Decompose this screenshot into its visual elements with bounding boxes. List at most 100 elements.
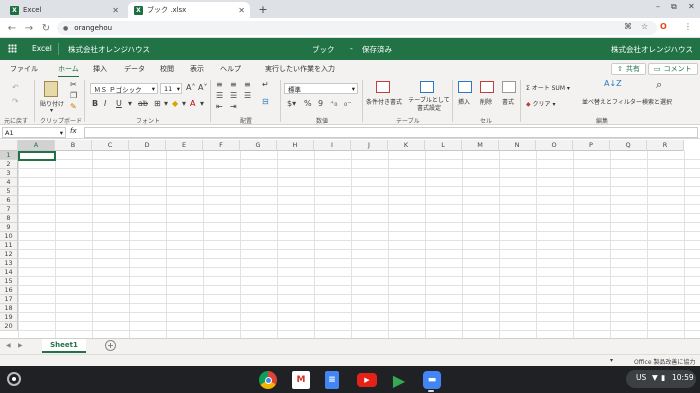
underline-dropdown-icon[interactable]: ▾ (128, 99, 132, 108)
underline-icon[interactable]: U (116, 99, 122, 108)
conditional-formatting-icon[interactable] (376, 81, 390, 93)
add-sheet-button[interactable]: + (105, 340, 116, 351)
currency-icon[interactable]: $▾ (287, 99, 296, 108)
column-header-o[interactable]: O (536, 140, 573, 151)
row-header-3[interactable]: 3 (0, 169, 18, 178)
reload-icon[interactable]: ↻ (38, 20, 54, 36)
row-header-7[interactable]: 7 (0, 205, 18, 214)
row-header-13[interactable]: 13 (0, 259, 18, 268)
column-header-g[interactable]: G (240, 140, 277, 151)
new-tab-button[interactable]: + (256, 2, 270, 16)
italic-icon[interactable]: I (104, 99, 106, 108)
align-top-icon[interactable]: ≡ (216, 80, 223, 89)
format-painter-icon[interactable]: ✎ (70, 102, 77, 111)
scroll-left-icon[interactable]: ◀ (6, 342, 11, 349)
insert-function-icon[interactable]: fx (70, 127, 77, 135)
redo-icon[interactable]: ↷ (12, 97, 19, 106)
comment-button[interactable]: ▭ コメント (648, 63, 698, 75)
column-header-p[interactable]: P (573, 140, 610, 151)
tab-home[interactable]: ホーム (58, 64, 79, 78)
font-size-dropdown[interactable]: 11 ▾ (160, 83, 182, 94)
find-select-icon[interactable]: ⌕ (656, 78, 662, 92)
tab-file[interactable]: ファイル (10, 64, 38, 74)
fill-dropdown-icon[interactable]: ▾ (182, 99, 186, 108)
column-header-l[interactable]: L (425, 140, 462, 151)
tab-view[interactable]: 表示 (190, 64, 204, 74)
column-header-h[interactable]: H (277, 140, 314, 151)
column-header-i[interactable]: I (314, 140, 351, 151)
row-header-6[interactable]: 6 (0, 196, 18, 205)
scroll-right-icon[interactable]: ▶ (18, 342, 23, 349)
format-cells-icon[interactable] (502, 81, 516, 93)
increase-indent-icon[interactable]: ⇥ (230, 102, 237, 111)
undo-icon[interactable]: ↶ (12, 83, 19, 92)
formula-input[interactable] (84, 127, 698, 138)
delete-cells-button[interactable]: 削除 (480, 97, 492, 106)
column-header-j[interactable]: J (351, 140, 388, 151)
format-cells-button[interactable]: 書式 (502, 97, 514, 106)
align-left-icon[interactable]: ☰ (216, 91, 223, 100)
font-color-icon[interactable]: A (190, 99, 195, 108)
clear-button[interactable]: ◆ クリア ▾ (526, 99, 555, 108)
tab-help[interactable]: ヘルプ (220, 64, 241, 74)
conditional-formatting-button[interactable]: 条件付き書式 (366, 97, 402, 106)
align-bottom-icon[interactable]: ≡ (244, 80, 251, 89)
column-header-b[interactable]: B (55, 140, 92, 151)
address-bar[interactable]: ● orangehou (57, 21, 657, 35)
bookmark-star-icon[interactable]: ☆ (641, 22, 648, 31)
row-header-14[interactable]: 14 (0, 268, 18, 277)
select-all-corner[interactable] (0, 140, 18, 151)
row-header-15[interactable]: 15 (0, 277, 18, 286)
app-name[interactable]: Excel (32, 44, 52, 53)
document-title[interactable]: ブック (312, 44, 335, 55)
borders-dropdown-icon[interactable]: ▾ (164, 99, 168, 108)
row-header-11[interactable]: 11 (0, 241, 18, 250)
increase-decimal-icon[interactable]: ⁺₀ (330, 99, 337, 108)
status-dropdown-icon[interactable]: ▾ (610, 357, 613, 364)
fill-color-icon[interactable]: ◆ (172, 99, 178, 108)
sort-filter-button[interactable]: 並べ替えとフィルター (582, 97, 642, 106)
row-header-12[interactable]: 12 (0, 250, 18, 259)
gmail-icon[interactable]: M (292, 371, 310, 389)
format-as-table-button[interactable]: テーブルとして 書式設定 (405, 97, 453, 113)
column-header-n[interactable]: N (499, 140, 536, 151)
org-name[interactable]: 株式会社オレンジハウス (68, 44, 150, 55)
insert-cells-icon[interactable] (458, 81, 472, 93)
font-name-dropdown[interactable]: ＭＳ Ｐゴシック ▾ (90, 83, 158, 94)
comma-style-icon[interactable]: 9 (318, 99, 323, 108)
percent-icon[interactable]: % (304, 99, 312, 108)
align-middle-icon[interactable]: ≡ (230, 80, 237, 89)
launcher-icon[interactable] (7, 372, 21, 386)
close-tab-icon[interactable]: ✕ (238, 6, 245, 15)
paste-dropdown-icon[interactable]: ▾ (50, 107, 53, 114)
row-header-20[interactable]: 20 (0, 322, 18, 331)
browser-tab-workbook[interactable]: X ブック .xlsx ✕ (128, 2, 250, 18)
docs-icon[interactable]: ≡ (325, 371, 339, 389)
format-as-table-icon[interactable] (420, 81, 434, 93)
wrap-text-icon[interactable]: ↵ (262, 80, 269, 89)
translate-icon[interactable]: ⌘ (624, 22, 632, 31)
column-header-a[interactable]: A (18, 140, 55, 151)
sheet-tab[interactable]: Sheet1 (42, 339, 86, 353)
tab-review[interactable]: 校閲 (160, 64, 174, 74)
app-launcher-icon[interactable] (8, 44, 17, 53)
autosum-button[interactable]: Σ オート SUM ▾ (526, 83, 570, 92)
row-header-5[interactable]: 5 (0, 187, 18, 196)
tell-me-input[interactable]: 実行したい作業を入力 (265, 64, 335, 74)
close-tab-icon[interactable]: ✕ (112, 6, 119, 15)
align-right-icon[interactable]: ☰ (244, 91, 251, 100)
files-icon[interactable]: ▬ (423, 371, 441, 389)
row-header-9[interactable]: 9 (0, 223, 18, 232)
minimize-icon[interactable]: – (656, 2, 660, 11)
tab-data[interactable]: データ (124, 64, 145, 74)
insert-cells-button[interactable]: 挿入 (458, 97, 470, 106)
grow-font-icon[interactable]: A˄ (186, 83, 195, 92)
play-store-icon[interactable]: ▶ (390, 371, 408, 390)
share-button[interactable]: ⇧ 共有 (611, 63, 646, 75)
menu-icon[interactable]: ⋮ (684, 22, 692, 31)
align-center-icon[interactable]: ☰ (230, 91, 237, 100)
column-header-e[interactable]: E (166, 140, 203, 151)
delete-cells-icon[interactable] (480, 81, 494, 93)
close-window-icon[interactable]: ✕ (688, 2, 695, 11)
row-header-1[interactable]: 1 (0, 151, 18, 160)
